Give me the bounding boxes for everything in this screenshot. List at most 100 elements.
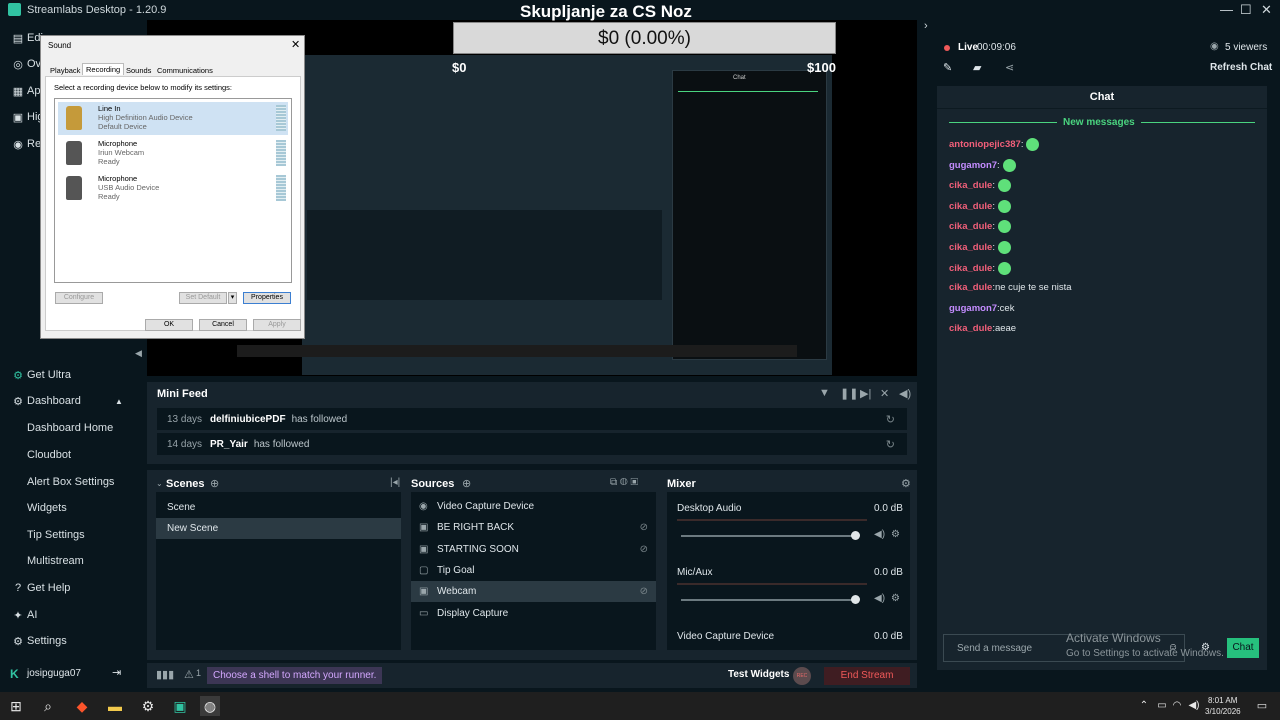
- properties-button[interactable]: Properties: [243, 292, 291, 304]
- source-item[interactable]: ◉ Video Capture Device: [411, 496, 656, 517]
- volume-slider[interactable]: [681, 599, 857, 601]
- tray-volume-icon[interactable]: ◀): [1184, 696, 1204, 716]
- chat-username[interactable]: cika_dule: [949, 201, 992, 212]
- gear-icon[interactable]: ⚙: [891, 593, 900, 604]
- minimize-button[interactable]: —: [1220, 2, 1233, 17]
- chat-username[interactable]: cika_dule: [949, 221, 992, 232]
- source-item[interactable]: ▢ Tip Goal: [411, 560, 656, 581]
- eye-hidden-icon[interactable]: ⊘: [640, 586, 648, 597]
- source-tools-icon[interactable]: ⧉ ◍ ▣: [610, 477, 638, 488]
- mixer-settings-icon[interactable]: ⚙: [901, 477, 911, 490]
- eye-hidden-icon[interactable]: ⊘: [640, 522, 648, 533]
- device-row[interactable]: Microphone Iriun Webcam Ready: [58, 137, 288, 170]
- source-item[interactable]: ▣ BE RIGHT BACK ⊘: [411, 517, 656, 538]
- announcement-banner[interactable]: Choose a shell to match your runner.: [207, 667, 383, 684]
- configure-button[interactable]: Configure: [55, 292, 103, 304]
- brave-browser-icon[interactable]: ◆: [72, 696, 92, 716]
- chat-settings-icon[interactable]: ⚙: [1201, 642, 1210, 653]
- nav-sub-dashboard-home[interactable]: Dashboard Home: [27, 422, 113, 434]
- tab-sounds[interactable]: Sounds: [123, 65, 154, 76]
- chevron-down-icon[interactable]: ⌄: [156, 479, 163, 488]
- nav-item-dashboard[interactable]: ⚙ Dashboard ▲: [0, 389, 135, 413]
- tab-recording[interactable]: Recording: [82, 63, 125, 75]
- notification-icon[interactable]: ▭: [1252, 696, 1272, 716]
- source-item[interactable]: ▣ Webcam ⊘: [411, 581, 656, 602]
- chat-username[interactable]: gugamon7: [949, 303, 997, 314]
- nav-item-get-help[interactable]: ? Get Help: [0, 576, 135, 600]
- chat-username[interactable]: cika_dule: [949, 323, 992, 334]
- filter-icon[interactable]: ▼: [819, 387, 830, 399]
- tab-playback[interactable]: Playback: [47, 65, 83, 76]
- expand-chat-icon[interactable]: ›: [924, 20, 928, 32]
- alert-icon[interactable]: ⚠: [184, 668, 194, 681]
- scene-item[interactable]: New Scene: [156, 518, 401, 539]
- close-button[interactable]: ✕: [1261, 2, 1272, 18]
- ok-button[interactable]: OK: [145, 319, 193, 331]
- nav-sub-multistream[interactable]: Multistream: [27, 555, 84, 567]
- windows-start-icon[interactable]: ⊞: [6, 696, 26, 716]
- nav-sub-widgets[interactable]: Widgets: [27, 502, 67, 514]
- add-scene-icon[interactable]: ⊕: [210, 477, 219, 490]
- nav-item-get-ultra[interactable]: ⚙ Get Ultra: [0, 363, 135, 387]
- mute-icon[interactable]: ◀): [874, 593, 885, 604]
- performance-icon[interactable]: ▮▮▮: [156, 668, 174, 681]
- chat-username[interactable]: cika_dule: [949, 282, 992, 293]
- chat-username[interactable]: antoniopejic387: [949, 139, 1021, 150]
- dialog-close-icon[interactable]: ✕: [291, 38, 300, 51]
- volume-slider[interactable]: [681, 535, 857, 537]
- mute-icon[interactable]: ◀): [874, 529, 885, 540]
- mute-alerts-icon[interactable]: ✕: [880, 387, 889, 400]
- maximize-button[interactable]: ☐: [1240, 2, 1252, 18]
- add-source-icon[interactable]: ⊕: [462, 477, 471, 490]
- volume-slider-handle[interactable]: [851, 595, 860, 604]
- set-default-dropdown-icon[interactable]: ▾: [228, 292, 237, 304]
- streamlabs-taskbar-icon[interactable]: ▣: [170, 696, 190, 716]
- cancel-button[interactable]: Cancel: [199, 319, 247, 331]
- chat-username[interactable]: cika_dule: [949, 180, 992, 191]
- set-default-button[interactable]: Set Default: [179, 292, 227, 304]
- nav-sub-cloudbot[interactable]: Cloudbot: [27, 449, 71, 461]
- file-explorer-icon[interactable]: ▬: [105, 696, 125, 716]
- send-chat-button[interactable]: Chat: [1227, 638, 1259, 658]
- scene-transitions-icon[interactable]: |◂|: [390, 477, 400, 488]
- taskbar-time[interactable]: 8:01 AM: [1208, 696, 1237, 705]
- device-row[interactable]: Line In High Definition Audio Device Def…: [58, 102, 288, 135]
- chat-username[interactable]: cika_dule: [949, 263, 992, 274]
- share-icon[interactable]: ⋖: [1005, 61, 1014, 74]
- apply-button[interactable]: Apply: [253, 319, 301, 331]
- volume-icon[interactable]: ◀): [899, 387, 911, 400]
- gear-icon[interactable]: ⚙: [891, 529, 900, 540]
- logout-icon[interactable]: ⇥: [112, 666, 121, 679]
- search-icon[interactable]: ⌕: [38, 696, 58, 716]
- nav-item-settings[interactable]: ⚙ Settings: [0, 629, 135, 653]
- source-item[interactable]: ▭ Display Capture: [411, 603, 656, 624]
- tray-chevron-up-icon[interactable]: ⌃: [1134, 696, 1154, 716]
- clip-icon[interactable]: ▰: [973, 61, 981, 74]
- edit-stream-info-icon[interactable]: ✎: [943, 61, 952, 74]
- volume-slider-handle[interactable]: [851, 531, 860, 540]
- tab-communications[interactable]: Communications: [154, 65, 216, 76]
- nav-item-ai[interactable]: ✦ AI: [0, 603, 135, 627]
- repeat-alert-icon[interactable]: ↻: [886, 438, 895, 451]
- pause-icon[interactable]: ❚❚: [840, 387, 858, 400]
- collapse-nav-icon[interactable]: ◀: [135, 348, 142, 359]
- eye-hidden-icon[interactable]: ⊘: [640, 544, 648, 555]
- nav-sub-tip-settings[interactable]: Tip Settings: [27, 529, 85, 541]
- repeat-alert-icon[interactable]: ↻: [886, 413, 895, 426]
- skip-icon[interactable]: ▶|: [860, 387, 871, 400]
- record-button[interactable]: REC: [793, 667, 811, 685]
- scene-item[interactable]: Scene: [156, 497, 401, 518]
- device-row[interactable]: Microphone USB Audio Device Ready: [58, 172, 288, 205]
- test-widgets-button[interactable]: Test Widgets: [728, 669, 789, 680]
- chat-username[interactable]: gugamon7: [949, 160, 997, 171]
- emote-picker-icon[interactable]: ☺: [1168, 642, 1178, 653]
- user-row[interactable]: K josipguga07 ⇥: [0, 663, 135, 688]
- source-item[interactable]: ▣ STARTING SOON ⊘: [411, 539, 656, 560]
- chat-username[interactable]: cika_dule: [949, 242, 992, 253]
- settings-gear-icon[interactable]: ⚙: [138, 696, 158, 716]
- refresh-chat-button[interactable]: Refresh Chat: [1210, 62, 1272, 73]
- sound-settings-taskbar-icon[interactable]: ◍: [200, 696, 220, 716]
- taskbar-date[interactable]: 3/10/2026: [1205, 707, 1241, 716]
- end-stream-button[interactable]: End Stream: [824, 667, 910, 685]
- nav-sub-alert-box-settings[interactable]: Alert Box Settings: [27, 476, 114, 488]
